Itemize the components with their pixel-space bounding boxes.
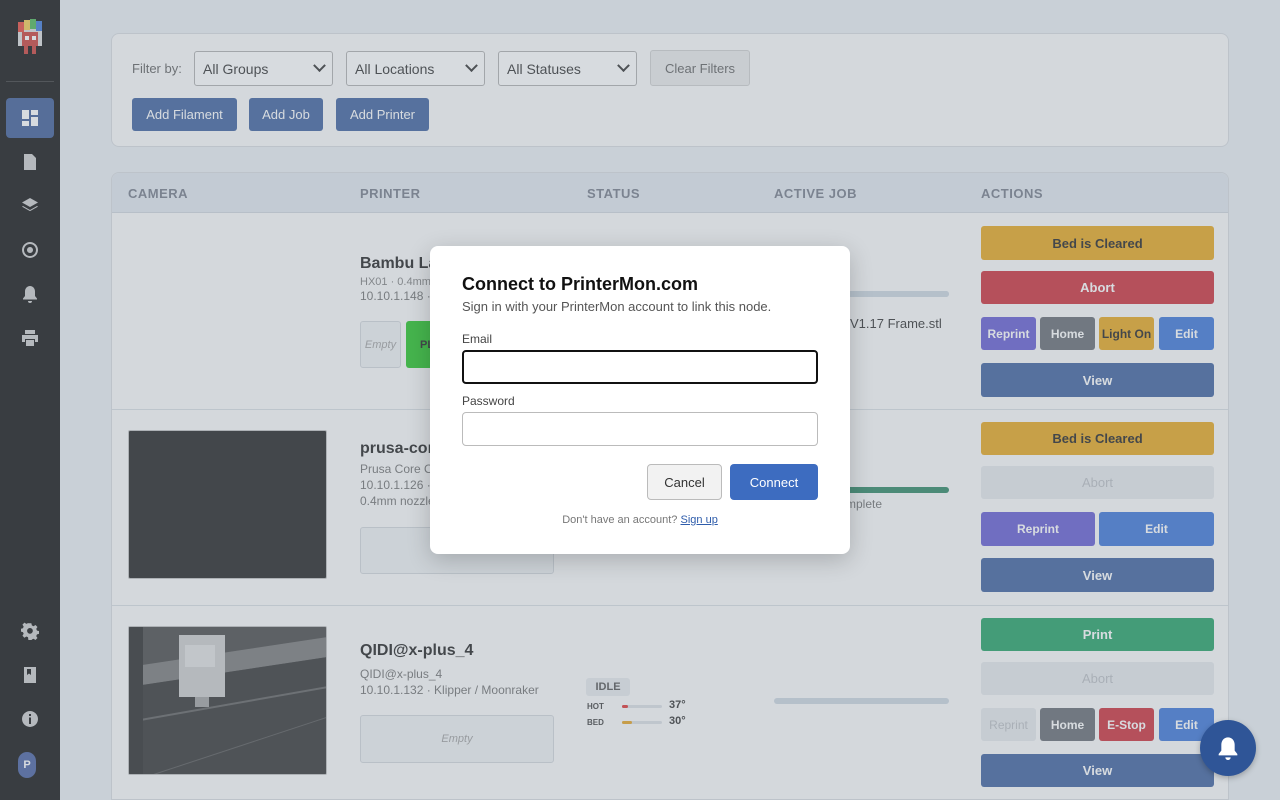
- connect-button[interactable]: Connect: [730, 464, 818, 500]
- notifications-button[interactable]: [1200, 720, 1256, 776]
- signup-prompt: Don't have an account? Sign up: [430, 514, 850, 526]
- email-field[interactable]: [462, 350, 818, 384]
- email-label: Email: [462, 332, 493, 346]
- dialog-title: Connect to PrinterMon.com: [462, 274, 699, 294]
- signup-link[interactable]: Sign up: [681, 514, 718, 526]
- bell-icon: [1218, 737, 1238, 760]
- password-label: Password: [462, 394, 515, 408]
- signup-prompt-text: Don't have an account?: [562, 514, 678, 526]
- dialog-subtitle: Sign in with your PrinterMon account to …: [462, 299, 772, 314]
- password-field[interactable]: [462, 412, 818, 446]
- connect-dialog: Connect to PrinterMon.com Sign in with y…: [430, 246, 850, 554]
- cancel-button[interactable]: Cancel: [647, 464, 722, 500]
